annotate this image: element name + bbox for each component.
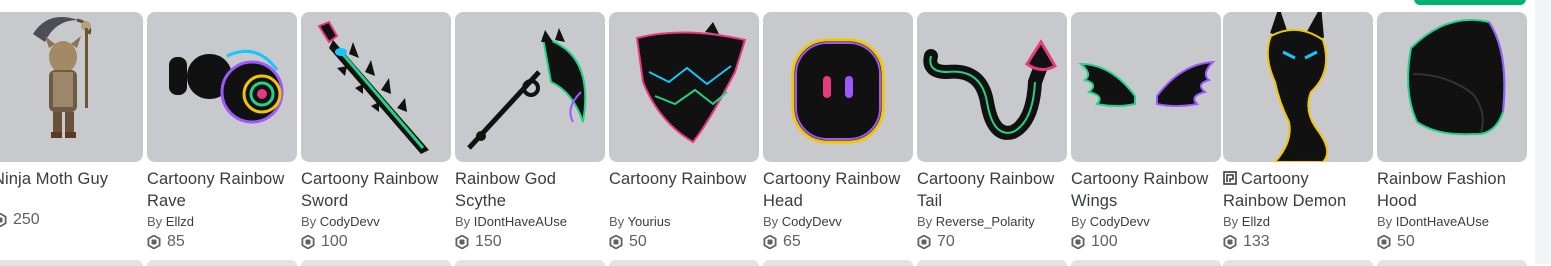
item-name[interactable]: Rainbow God Scythe — [455, 168, 605, 212]
creator-link[interactable]: Yourius — [628, 214, 671, 229]
item-price: 50 — [1377, 232, 1527, 252]
next-row-thumbnail[interactable] — [763, 260, 913, 266]
buy-button[interactable] — [1414, 0, 1526, 5]
item-name[interactable]: Cartoony Rainbow Demon — [1223, 168, 1373, 212]
creator-link[interactable]: Ellzd — [1242, 214, 1270, 229]
robux-icon — [609, 235, 623, 249]
item-price: 100 — [1071, 232, 1221, 252]
moth-ninja-figure-icon — [33, 17, 92, 138]
next-row-thumbnail[interactable] — [1223, 260, 1373, 266]
item-name[interactable]: Cartoony Rainbow — [609, 168, 759, 212]
item-card[interactable]: Cartoony Rainbow Demon By Ellzd 133 — [1223, 12, 1373, 252]
rainbow-head-icon — [791, 38, 885, 144]
item-card[interactable]: Cartoony Rainbow Wings By CodyDevv 100 — [1071, 12, 1221, 252]
creator-link[interactable]: Ellzd — [166, 214, 194, 229]
item-name[interactable]: Rainbow Fashion Hood — [1377, 168, 1527, 212]
limited-badge-icon — [1223, 171, 1237, 185]
item-price: 65 — [763, 232, 913, 252]
item-card[interactable]: Ninja Moth Guy 250 — [0, 12, 143, 230]
robux-icon — [0, 213, 7, 227]
item-card[interactable]: Rainbow God Scythe By IDontHaveAUse 150 — [455, 12, 605, 252]
creator-link[interactable]: CodyDevv — [320, 214, 380, 229]
item-name[interactable]: Cartoony Rainbow Wings — [1071, 168, 1221, 212]
rainbow-hood-icon — [1407, 18, 1506, 136]
item-thumbnail[interactable] — [455, 12, 605, 162]
rainbow-sword-icon — [317, 20, 429, 154]
item-creator: By IDontHaveAUse — [1377, 214, 1490, 229]
item-thumbnail[interactable] — [147, 12, 297, 162]
rainbow-bandana-icon — [635, 22, 747, 144]
item-thumbnail[interactable] — [917, 12, 1067, 162]
item-card[interactable]: Cartoony Rainbow Tail By Reverse_Polarit… — [917, 12, 1067, 252]
item-creator: By Yourius — [609, 214, 671, 229]
item-creator: By Ellzd — [147, 214, 194, 229]
robux-icon — [301, 235, 315, 249]
item-card[interactable]: Cartoony Rainbow Rave By Ellzd 85 — [147, 12, 297, 252]
item-thumbnail[interactable] — [763, 12, 913, 162]
rainbow-tail-icon — [923, 39, 1058, 140]
item-thumbnail[interactable] — [0, 12, 143, 162]
robux-icon — [1223, 235, 1237, 249]
next-row-thumbnail[interactable] — [917, 260, 1067, 266]
item-creator: By Reverse_Polarity — [917, 214, 1035, 229]
item-thumbnail[interactable] — [301, 12, 451, 162]
next-row-thumbnail[interactable] — [301, 260, 451, 266]
next-row-thumbnail[interactable] — [0, 260, 143, 266]
item-card[interactable]: Cartoony Rainbow Sword By CodyDevv 100 — [301, 12, 451, 252]
item-price: 250 — [0, 210, 143, 230]
item-creator: By CodyDevv — [1071, 214, 1150, 229]
item-name[interactable]: Ninja Moth Guy — [0, 168, 143, 212]
item-thumbnail[interactable] — [609, 12, 759, 162]
item-creator: By CodyDevv — [301, 214, 380, 229]
next-row-thumbnail[interactable] — [455, 260, 605, 266]
item-name[interactable]: Cartoony Rainbow Tail — [917, 168, 1067, 212]
creator-link[interactable]: CodyDevv — [1090, 214, 1150, 229]
rave-headphones-icon — [169, 49, 284, 124]
robux-icon — [1071, 235, 1085, 249]
robux-icon — [455, 235, 469, 249]
next-row-thumbnail[interactable] — [147, 260, 297, 266]
creator-link[interactable]: IDontHaveAUse — [474, 214, 567, 229]
creator-link[interactable]: CodyDevv — [782, 214, 842, 229]
next-row-thumbnail[interactable] — [609, 260, 759, 266]
creator-link[interactable]: IDontHaveAUse — [1396, 214, 1489, 229]
scrollbar[interactable] — [1535, 0, 1551, 264]
item-price: 70 — [917, 232, 1067, 252]
item-price: 50 — [609, 232, 759, 252]
item-thumbnail[interactable] — [1071, 12, 1221, 162]
robux-icon — [1377, 235, 1391, 249]
item-name[interactable]: Cartoony Rainbow Head — [763, 168, 913, 212]
robux-icon — [763, 235, 777, 249]
robux-icon — [147, 235, 161, 249]
item-price: 100 — [301, 232, 451, 252]
item-thumbnail[interactable] — [1223, 12, 1373, 162]
next-row-thumbnail[interactable] — [1071, 260, 1221, 266]
item-creator: By Ellzd — [1223, 214, 1270, 229]
item-name[interactable]: Cartoony Rainbow Sword — [301, 168, 451, 212]
robux-icon — [917, 235, 931, 249]
rainbow-wings-icon — [1078, 60, 1216, 107]
creator-link[interactable]: Reverse_Polarity — [936, 214, 1035, 229]
item-creator: By IDontHaveAUse — [455, 214, 568, 229]
item-card[interactable]: Cartoony Rainbow By Yourius 50 — [609, 12, 759, 252]
item-creator: By CodyDevv — [763, 214, 842, 229]
rainbow-demon-icon — [1266, 12, 1329, 162]
item-thumbnail[interactable] — [1377, 12, 1527, 162]
item-card[interactable]: Rainbow Fashion Hood By IDontHaveAUse 50 — [1377, 12, 1527, 252]
item-card[interactable]: Cartoony Rainbow Head By CodyDevv 65 — [763, 12, 913, 252]
rainbow-scythe-icon — [467, 28, 587, 150]
item-price: 133 — [1223, 232, 1373, 252]
item-price: 85 — [147, 232, 297, 252]
item-price: 150 — [455, 232, 605, 252]
item-name[interactable]: Cartoony Rainbow Rave — [147, 168, 297, 212]
next-row-thumbnail[interactable] — [1377, 260, 1527, 266]
